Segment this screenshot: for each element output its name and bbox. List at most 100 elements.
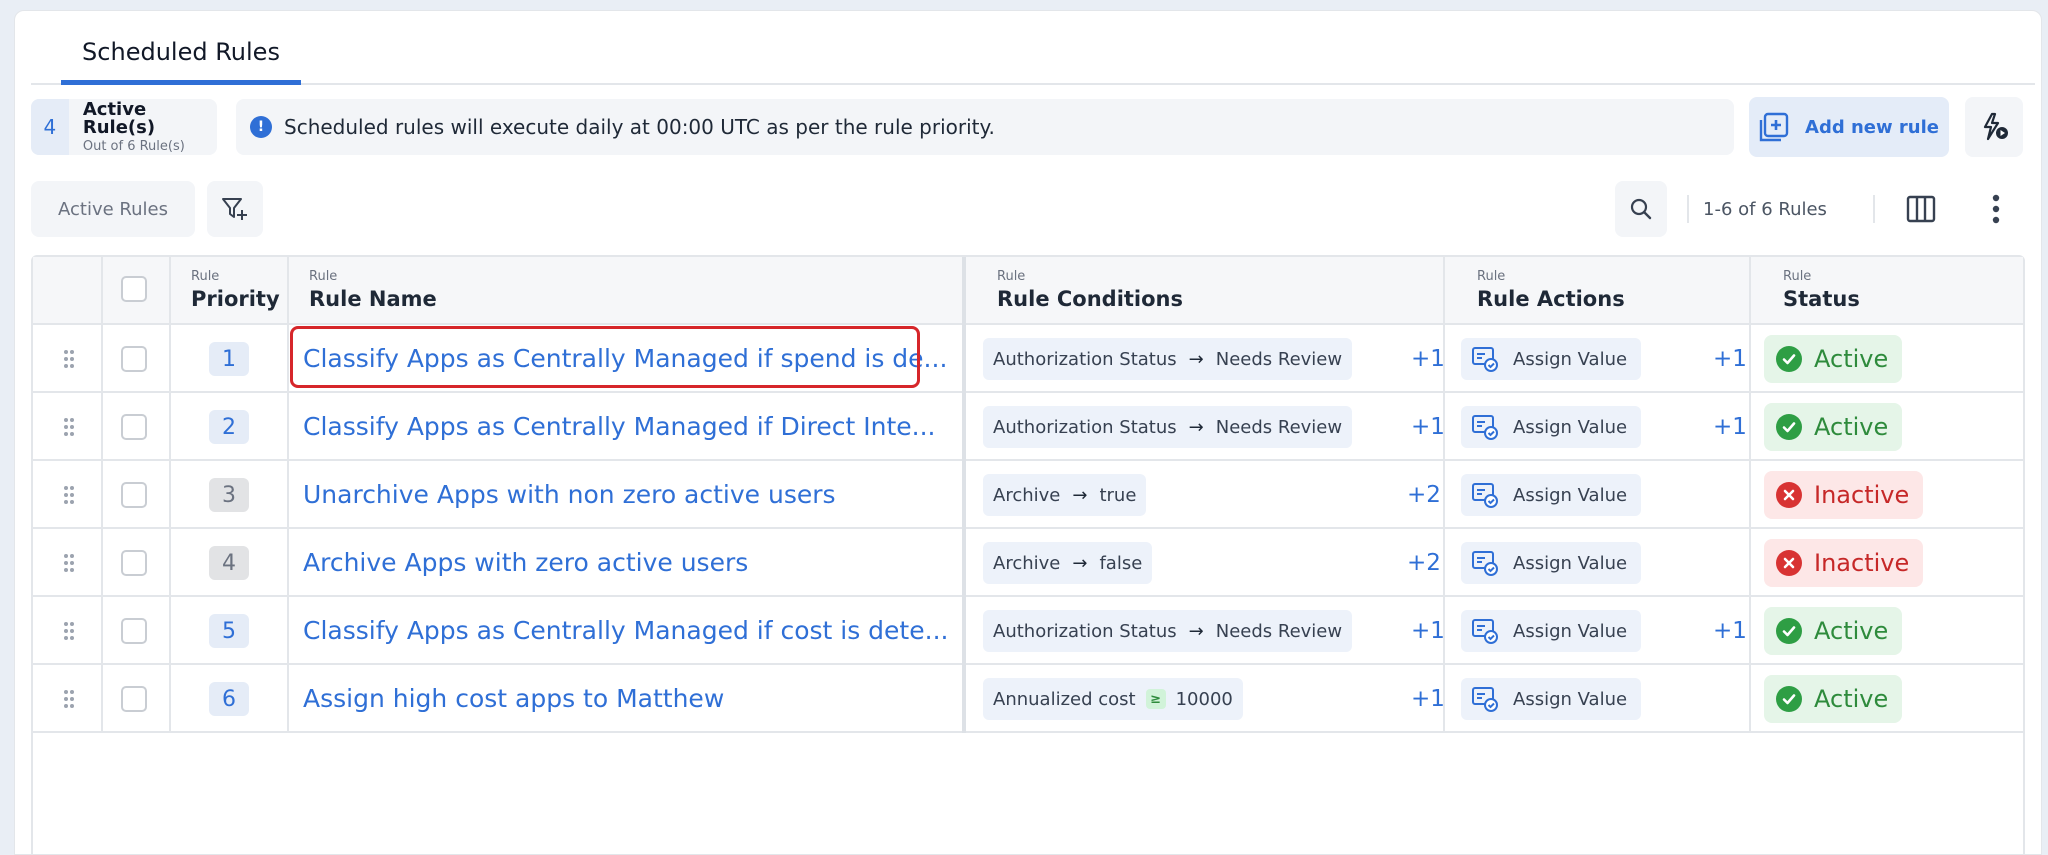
column-divider bbox=[1749, 257, 1751, 733]
active-rules-count: 4 bbox=[31, 99, 69, 155]
drag-handle-icon[interactable] bbox=[63, 485, 75, 505]
action-chip[interactable]: Assign Value bbox=[1461, 406, 1641, 448]
status-badge: Active bbox=[1764, 403, 1903, 451]
more-conditions-count[interactable]: +2 bbox=[1407, 461, 1441, 529]
active-rules-title: Active Rule(s) bbox=[82, 99, 156, 138]
add-filter-button[interactable] bbox=[207, 181, 263, 237]
drag-handle-icon[interactable] bbox=[63, 553, 75, 573]
status-label: Inactive bbox=[1814, 549, 1910, 577]
rule-name-link[interactable]: Unarchive Apps with non zero active user… bbox=[303, 461, 836, 529]
search-button[interactable] bbox=[1615, 181, 1667, 237]
check-circle-icon bbox=[1776, 414, 1802, 440]
rule-name-link[interactable]: Classify Apps as Centrally Managed if co… bbox=[303, 597, 948, 665]
rule-name-header[interactable]: Rule Name bbox=[309, 287, 437, 311]
status-header[interactable]: Status bbox=[1783, 287, 1860, 311]
row-checkbox[interactable] bbox=[121, 686, 147, 712]
action-chip[interactable]: Assign Value bbox=[1461, 338, 1641, 380]
active-rules-filter[interactable]: Active Rules bbox=[31, 181, 195, 237]
add-new-rule-button[interactable]: Add new rule bbox=[1749, 97, 1949, 157]
table-row[interactable]: 6 Assign high cost apps to Matthew Annua… bbox=[33, 665, 2023, 733]
more-options-button[interactable] bbox=[1981, 187, 2011, 231]
more-conditions-count[interactable]: +2 bbox=[1407, 529, 1441, 597]
condition-chip[interactable]: Authorization Status → Needs Review bbox=[983, 610, 1353, 652]
schedule-info-banner: ! Scheduled rules will execute daily at … bbox=[236, 99, 1734, 155]
assign-value-icon bbox=[1472, 415, 1498, 440]
table-row[interactable]: 3 Unarchive Apps with non zero active us… bbox=[33, 461, 2023, 529]
more-actions-count[interactable]: +1 bbox=[1713, 325, 1747, 393]
drag-handle-icon[interactable] bbox=[63, 417, 75, 437]
condition-chip[interactable]: Archive → false bbox=[983, 542, 1153, 584]
status-badge: Inactive bbox=[1764, 539, 1924, 587]
priority-badge: 3 bbox=[209, 478, 249, 512]
toolbar-divider bbox=[1873, 195, 1875, 223]
action-chip[interactable]: Assign Value bbox=[1461, 474, 1641, 516]
status-badge: Active bbox=[1764, 607, 1903, 655]
rule-name-link[interactable]: Assign high cost apps to Matthew bbox=[303, 665, 724, 733]
more-conditions-count[interactable]: +1 bbox=[1411, 665, 1445, 733]
select-all-checkbox[interactable] bbox=[121, 276, 147, 302]
run-rules-button[interactable] bbox=[1965, 97, 2023, 157]
row-checkbox[interactable] bbox=[121, 482, 147, 508]
more-vertical-icon bbox=[1992, 194, 2000, 224]
more-actions-count[interactable]: +1 bbox=[1713, 393, 1747, 461]
columns-icon bbox=[1906, 195, 1936, 223]
table-row[interactable]: 5 Classify Apps as Centrally Managed if … bbox=[33, 597, 2023, 665]
action-chip[interactable]: Assign Value bbox=[1461, 542, 1641, 584]
condition-value: true bbox=[1099, 484, 1137, 506]
priority-badge: 6 bbox=[209, 682, 249, 716]
x-circle-icon bbox=[1776, 550, 1802, 576]
condition-field: Authorization Status bbox=[993, 416, 1177, 438]
condition-field: Authorization Status bbox=[993, 620, 1177, 642]
drag-handle-icon[interactable] bbox=[63, 621, 75, 641]
priority-header[interactable]: Priority bbox=[191, 287, 280, 311]
name-header-small: Rule bbox=[309, 269, 338, 284]
more-conditions-count[interactable]: +1 bbox=[1411, 597, 1445, 665]
column-settings-button[interactable] bbox=[1899, 187, 1943, 231]
drag-handle-icon[interactable] bbox=[63, 689, 75, 709]
condition-chip[interactable]: Authorization Status → Needs Review bbox=[983, 338, 1353, 380]
status-badge: Inactive bbox=[1764, 471, 1924, 519]
add-rule-icon bbox=[1759, 112, 1789, 142]
status-header-small: Rule bbox=[1783, 269, 1812, 284]
row-checkbox[interactable] bbox=[121, 346, 147, 372]
table-row[interactable]: 1 Classify Apps as Centrally Managed if … bbox=[33, 325, 2023, 393]
condition-value: false bbox=[1099, 552, 1143, 574]
action-chip[interactable]: Assign Value bbox=[1461, 678, 1641, 720]
condition-chip[interactable]: Archive → true bbox=[983, 474, 1147, 516]
selection-highlight bbox=[290, 326, 920, 388]
status-badge: Active bbox=[1764, 675, 1903, 723]
table-row[interactable]: 2 Classify Apps as Centrally Managed if … bbox=[33, 393, 2023, 461]
assign-value-icon bbox=[1472, 687, 1498, 712]
drag-handle-icon[interactable] bbox=[63, 349, 75, 369]
tab-scheduled-rules[interactable]: Scheduled Rules bbox=[61, 23, 301, 85]
condition-chip[interactable]: Authorization Status → Needs Review bbox=[983, 406, 1353, 448]
row-checkbox[interactable] bbox=[121, 618, 147, 644]
row-checkbox[interactable] bbox=[121, 550, 147, 576]
scheduled-rules-panel: Scheduled Rules 4 Active Rule(s) Out of … bbox=[14, 10, 2042, 855]
more-conditions-count[interactable]: +1 bbox=[1411, 393, 1445, 461]
table-row[interactable]: 4 Archive Apps with zero active users Ar… bbox=[33, 529, 2023, 597]
status-label: Inactive bbox=[1814, 481, 1910, 509]
condition-field: Archive bbox=[993, 552, 1061, 574]
column-divider bbox=[287, 257, 289, 733]
x-circle-icon bbox=[1776, 482, 1802, 508]
condition-field: Archive bbox=[993, 484, 1061, 506]
rule-actions-header[interactable]: Rule Actions bbox=[1477, 287, 1625, 311]
more-actions-count[interactable]: +1 bbox=[1713, 597, 1747, 665]
arrow-operator-icon: → bbox=[1072, 484, 1088, 506]
condition-chip[interactable]: Annualized cost ≥ 10000 bbox=[983, 678, 1243, 720]
rule-conditions-header[interactable]: Rule Conditions bbox=[997, 287, 1183, 311]
column-divider bbox=[962, 257, 966, 733]
assign-value-icon bbox=[1472, 619, 1498, 644]
rule-name-link[interactable]: Classify Apps as Centrally Managed if Di… bbox=[303, 393, 936, 461]
rule-name-link[interactable]: Archive Apps with zero active users bbox=[303, 529, 748, 597]
row-checkbox[interactable] bbox=[121, 414, 147, 440]
action-label: Assign Value bbox=[1513, 484, 1628, 506]
priority-header-small: Rule bbox=[191, 269, 220, 284]
more-conditions-count[interactable]: +1 bbox=[1411, 325, 1445, 393]
status-label: Active bbox=[1814, 345, 1889, 373]
info-icon: ! bbox=[250, 116, 272, 138]
action-chip[interactable]: Assign Value bbox=[1461, 610, 1641, 652]
rules-table: Rule Priority Rule Rule Name Rule Rule C… bbox=[31, 255, 2025, 854]
arrow-operator-icon: → bbox=[1188, 620, 1204, 642]
